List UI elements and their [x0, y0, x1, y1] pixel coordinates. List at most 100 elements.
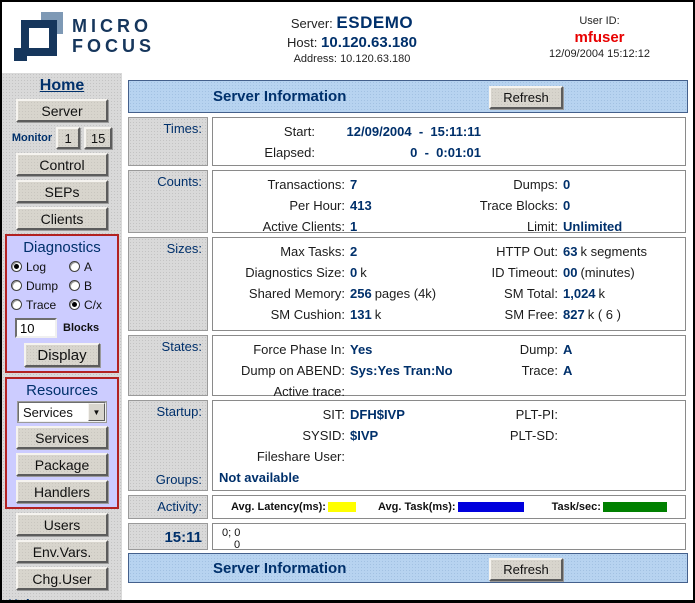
- sm-cushion-label: SM Cushion:: [213, 307, 345, 322]
- radio-a[interactable]: A: [69, 259, 113, 274]
- sm-cushion-value: 131k: [345, 307, 468, 322]
- server-identity: Server: ESDEMO Host: 10.120.63.180 Addre…: [227, 13, 477, 65]
- trace-blocks-label: Trace Blocks:: [468, 198, 558, 213]
- plt-sd-label: PLT-SD:: [468, 428, 558, 443]
- resources-title: Resources: [9, 382, 115, 399]
- startup-line-3: Fileshare User:: [213, 446, 685, 467]
- header: MICRO FOCUS Server: ESDEMO Host: 10.120.…: [2, 2, 693, 73]
- micro-focus-logo: MICRO FOCUS: [14, 10, 164, 66]
- limit-label: Limit:: [468, 219, 558, 234]
- dumps-value: 0: [558, 177, 685, 192]
- startup-line-1: SIT: DFH$IVP PLT-PI:: [213, 404, 685, 425]
- monitor-1-button[interactable]: 1: [56, 127, 80, 149]
- sm-free-value: 827k ( 6 ): [558, 307, 685, 322]
- startup-row-content: SIT: DFH$IVP PLT-PI: SYSID: $IVP PLT-SD:…: [212, 400, 686, 491]
- seps-button[interactable]: SEPs: [16, 180, 108, 203]
- plt-pi-label: PLT-PI:: [468, 407, 558, 422]
- dumps-label: Dumps:: [468, 177, 558, 192]
- sm-total-value: 1,024k: [558, 286, 685, 301]
- server-button[interactable]: Server: [16, 99, 108, 122]
- radio-log[interactable]: Log: [11, 259, 69, 274]
- monitor-row: Monitor 1 15: [2, 127, 122, 149]
- avg-latency-swatch: [328, 502, 356, 512]
- avg-latency-label: Avg. Latency(ms):: [231, 501, 326, 513]
- monitor-15-button[interactable]: 15: [84, 127, 112, 149]
- startup-row-label: Startup: Groups:: [128, 400, 208, 491]
- force-phase-in-value: Yes: [345, 342, 468, 357]
- per-hour-label: Per Hour:: [213, 198, 345, 213]
- counts-line-3: Active Clients: 1 Limit: Unlimited: [213, 216, 685, 237]
- home-link[interactable]: Home: [2, 77, 122, 95]
- server-information-bottom-bar: Server Information Refresh: [128, 553, 688, 583]
- sizes-row-content: Max Tasks: 2 HTTP Out: 63k segments Diag…: [212, 237, 686, 331]
- max-tasks-label: Max Tasks:: [213, 244, 345, 259]
- trace-state-label: Trace:: [468, 363, 558, 378]
- diagnostics-title: Diagnostics: [9, 239, 115, 256]
- activity-legend: Avg. Latency(ms): Avg. Task(ms): Task/se…: [213, 499, 685, 515]
- chguser-button[interactable]: Chg.User: [16, 567, 108, 590]
- radio-dump-circle[interactable]: [11, 280, 22, 291]
- blocks-label: Blocks: [63, 322, 99, 334]
- server-value: ESDEMO: [336, 13, 413, 32]
- counts-row-label: Counts:: [128, 170, 208, 233]
- radio-dump[interactable]: Dump: [11, 278, 69, 293]
- states-row-label: States:: [128, 335, 208, 396]
- states-row-content: Force Phase In: Yes Dump: A Dump on ABEN…: [212, 335, 686, 396]
- avg-task-label: Avg. Task(ms):: [378, 501, 456, 513]
- logo-square-outline: [21, 20, 57, 56]
- services-button[interactable]: Services: [16, 426, 108, 449]
- refresh-button-top[interactable]: Refresh: [489, 86, 563, 109]
- sit-value: DFH$IVP: [345, 407, 468, 422]
- user-id-label: User ID:: [522, 15, 677, 27]
- diagnostics-size-label: Diagnostics Size:: [213, 265, 345, 280]
- fileshare-user-label: Fileshare User:: [213, 449, 345, 464]
- shared-memory-label: Shared Memory:: [213, 286, 345, 301]
- http-out-label: HTTP Out:: [468, 244, 558, 259]
- start-label: Start:: [213, 124, 315, 139]
- task-per-sec-swatch: [603, 502, 667, 512]
- radio-a-circle[interactable]: [69, 261, 80, 272]
- elapsed-label: Elapsed:: [213, 145, 315, 160]
- logo-line2: FOCUS: [72, 36, 155, 56]
- resources-select-value: Services: [19, 405, 88, 420]
- sizes-line-4: SM Cushion: 131k SM Free: 827k ( 6 ): [213, 304, 685, 325]
- times-row-label: Times:: [128, 117, 208, 166]
- radio-cx-circle[interactable]: [69, 299, 80, 310]
- clients-button[interactable]: Clients: [16, 207, 108, 230]
- server-label: Server:: [291, 16, 333, 31]
- package-button[interactable]: Package: [16, 453, 108, 476]
- max-tasks-value: 2: [345, 244, 468, 259]
- dump-on-abend-label: Dump on ABEND:: [213, 363, 345, 378]
- refresh-button-bottom[interactable]: Refresh: [489, 558, 563, 581]
- startup-line-2: SYSID: $IVP PLT-SD:: [213, 425, 685, 446]
- activity-row-content: Avg. Latency(ms): Avg. Task(ms): Task/se…: [212, 495, 686, 519]
- bottom-bar-title: Server Information: [129, 560, 346, 577]
- radio-b-label: B: [84, 279, 92, 293]
- radio-b-circle[interactable]: [69, 280, 80, 291]
- per-hour-value: 413: [345, 198, 468, 213]
- logo-line1: MICRO: [72, 16, 155, 36]
- groups-line: Not available: [213, 467, 685, 487]
- sm-total-label: SM Total:: [468, 286, 558, 301]
- envvars-button[interactable]: Env.Vars.: [16, 540, 108, 563]
- logo-text: MICRO FOCUS: [72, 16, 155, 56]
- times-row-content: Start: 12/09/2004 - 15:11:11 Elapsed: 0 …: [212, 117, 686, 166]
- radio-log-circle[interactable]: [11, 261, 22, 272]
- active-clients-label: Active Clients:: [213, 219, 345, 234]
- radio-trace[interactable]: Trace: [11, 297, 69, 312]
- radio-b[interactable]: B: [69, 278, 113, 293]
- blocks-input[interactable]: [15, 318, 57, 338]
- radio-trace-circle[interactable]: [11, 299, 22, 310]
- dump-state-value: A: [558, 342, 685, 357]
- radio-cx[interactable]: C/x: [69, 297, 113, 312]
- users-button[interactable]: Users: [16, 513, 108, 536]
- handlers-button[interactable]: Handlers: [16, 480, 108, 503]
- diagnostics-panel: Diagnostics Log A Dump B: [5, 234, 119, 373]
- resources-select[interactable]: Services ▼: [18, 402, 106, 422]
- micro-focus-es-admin-window: MICRO FOCUS Server: ESDEMO Host: 10.120.…: [0, 0, 695, 603]
- display-button[interactable]: Display: [24, 343, 100, 367]
- control-button[interactable]: Control: [16, 153, 108, 176]
- task-per-sec-label: Task/sec:: [552, 501, 601, 513]
- radio-a-label: A: [84, 260, 92, 274]
- chevron-down-icon[interactable]: ▼: [88, 403, 105, 421]
